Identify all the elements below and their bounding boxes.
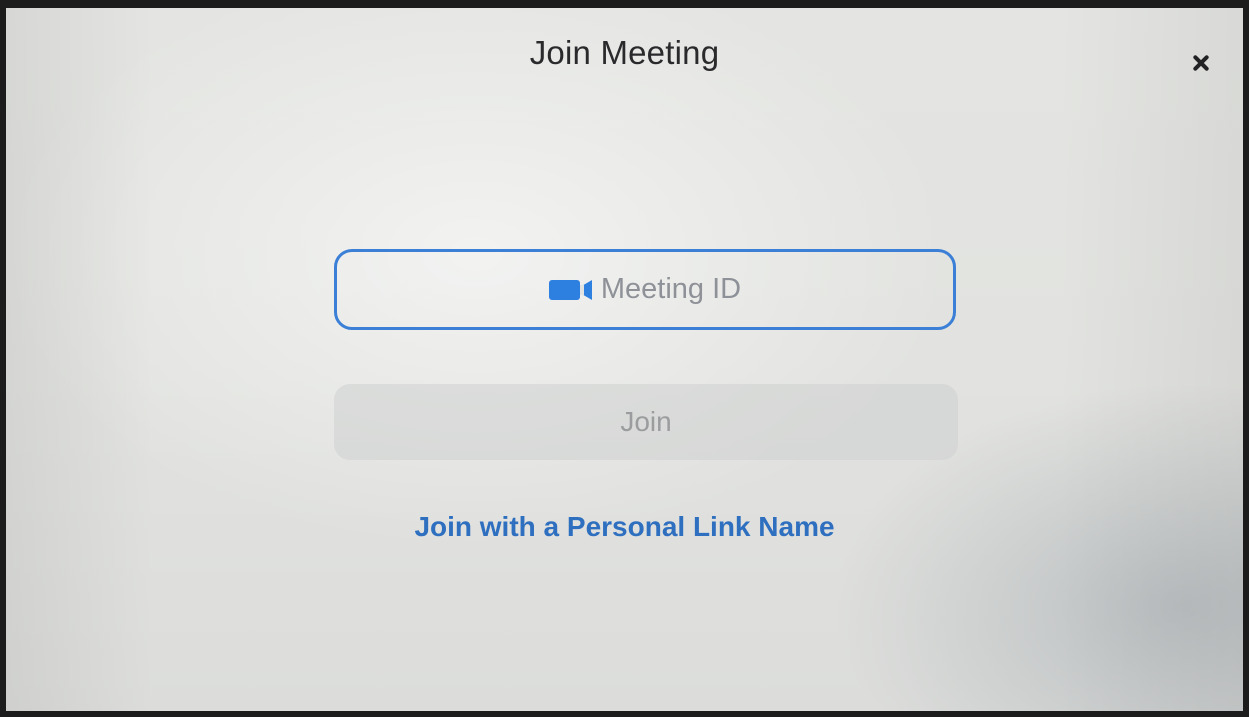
join-with-personal-link-name-link[interactable]: Join with a Personal Link Name: [6, 511, 1243, 543]
close-icon[interactable]: [1184, 46, 1218, 80]
dialog-title: Join Meeting: [529, 34, 720, 71]
join-meeting-dialog: Join Meeting Meeting ID Join Join with a…: [6, 8, 1243, 711]
join-button[interactable]: Join: [334, 384, 958, 460]
video-camera-icon: [548, 278, 593, 302]
meeting-id-input[interactable]: Meeting ID: [334, 249, 956, 330]
meeting-id-placeholder: Meeting ID: [600, 273, 742, 305]
